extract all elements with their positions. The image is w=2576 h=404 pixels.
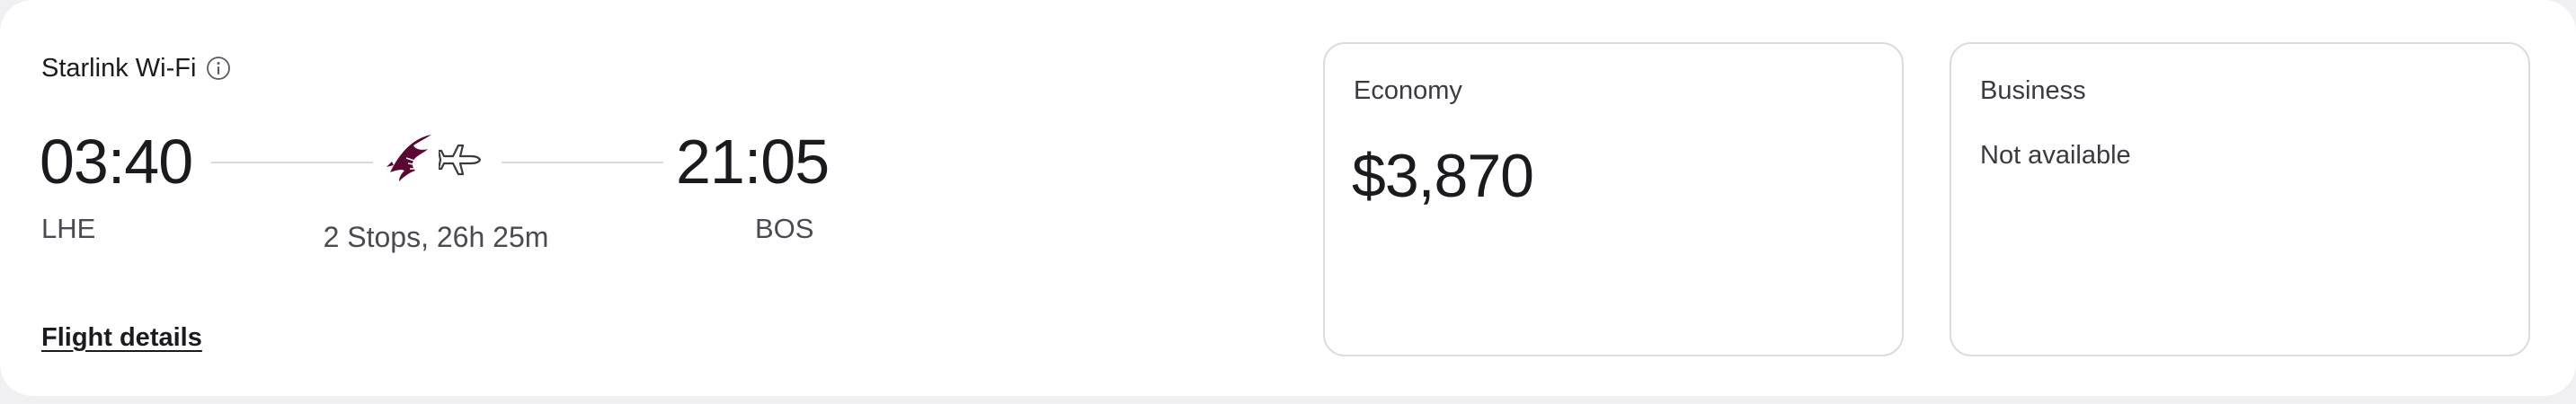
info-icon[interactable] [205, 55, 232, 82]
airplane-icon [437, 136, 485, 183]
arrival-time: 21:05 [676, 127, 830, 197]
stops-duration: 2 Stops, 26h 25m [323, 221, 549, 253]
wifi-label: Starlink Wi-Fi [41, 53, 197, 83]
airline-oryx-logo-icon [385, 131, 435, 185]
business-label: Business [1980, 76, 2086, 105]
wifi-amenity: Starlink Wi-Fi [41, 48, 232, 88]
route-line-right [502, 162, 663, 163]
economy-fare-option[interactable]: Economy $3,870 [1323, 42, 1904, 356]
economy-label: Economy [1354, 76, 1462, 105]
economy-price: $3,870 [1352, 142, 1534, 210]
route-line-left [211, 162, 373, 163]
origin-airport: LHE [41, 213, 96, 244]
destination-airport: BOS [755, 213, 814, 244]
departure-time: 03:40 [40, 127, 193, 197]
business-fare-option[interactable]: Business Not available [1950, 42, 2530, 356]
business-status: Not available [1980, 141, 2131, 170]
flight-result-card: Starlink Wi-Fi 03:40 LHE 2 Stops, 26h 25… [0, 0, 2576, 396]
flight-details-link[interactable]: Flight details [41, 323, 202, 353]
